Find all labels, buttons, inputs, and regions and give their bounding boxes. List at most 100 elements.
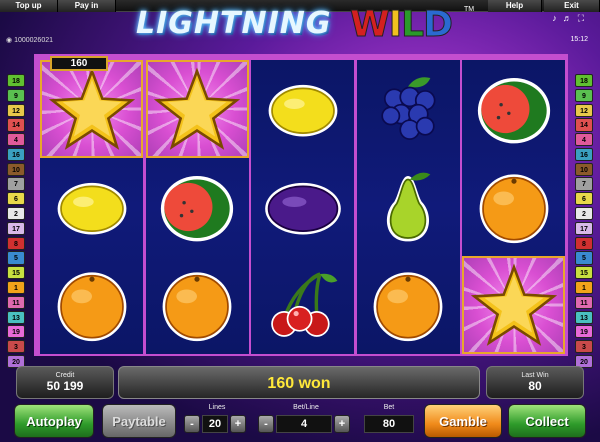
- line-numbers-left: 18 9 12 14 4 16 10 7 6 2 17 8 5 15 1 11 13 19 3 20: [7, 74, 25, 370]
- line-numbers-right: 18 9 12 14 4 16 10 7 6 2 17 8 5 15 1 11 13 19 3 20: [575, 74, 593, 370]
- paytable-button[interactable]: Paytable: [102, 404, 176, 438]
- account-icon: ◉: [6, 37, 13, 44]
- reel: [356, 60, 460, 354]
- line-number[interactable]: 12: [575, 103, 593, 117]
- sound-icon[interactable]: ♬: [563, 13, 578, 23]
- pay-in-button[interactable]: Pay in: [58, 0, 116, 12]
- gamble-button[interactable]: Gamble: [424, 404, 502, 438]
- line-number[interactable]: 13: [575, 310, 593, 324]
- line-number[interactable]: 14: [7, 118, 25, 132]
- lines-control: Lines - 20 +: [184, 404, 250, 438]
- reel: [462, 60, 565, 354]
- line-number[interactable]: 1: [7, 280, 25, 295]
- line-number[interactable]: 15: [7, 266, 25, 280]
- star-symbol: [40, 60, 143, 158]
- line-number[interactable]: 6: [7, 192, 25, 206]
- reel-area: [34, 54, 568, 356]
- account-id-text: 1000026021: [14, 37, 53, 44]
- collect-button[interactable]: Collect: [508, 404, 586, 438]
- line-number[interactable]: 19: [7, 325, 25, 339]
- line-number[interactable]: 9: [575, 88, 593, 102]
- credit-value: 50 199: [46, 379, 84, 393]
- grapes-symbol: [357, 60, 460, 158]
- help-button[interactable]: Help: [488, 0, 542, 12]
- line-number[interactable]: 16: [575, 147, 593, 162]
- plum-symbol: [251, 158, 354, 256]
- game-logo: LIGHTNING WILD TM: [136, 4, 474, 46]
- trademark: TM: [464, 6, 475, 13]
- line-number[interactable]: 9: [7, 88, 25, 102]
- cherries-symbol: [251, 256, 354, 354]
- line-number[interactable]: 4: [7, 133, 25, 147]
- line-number[interactable]: 14: [575, 118, 593, 132]
- bet-line-decrease-button[interactable]: -: [258, 415, 274, 433]
- line-number[interactable]: 8: [575, 236, 593, 250]
- line-number[interactable]: 15: [575, 266, 593, 280]
- reel: [251, 60, 354, 354]
- line-number[interactable]: 11: [575, 295, 593, 309]
- line-number[interactable]: 10: [7, 162, 25, 176]
- bet-value: 80: [364, 415, 414, 433]
- line-number[interactable]: 7: [7, 177, 25, 191]
- bet-line-value: 4: [276, 415, 332, 433]
- lines-increase-button[interactable]: +: [230, 415, 246, 433]
- lines-decrease-button[interactable]: -: [184, 415, 200, 433]
- line-number[interactable]: 11: [7, 295, 25, 309]
- reel: [40, 60, 143, 354]
- pear-symbol: [357, 158, 460, 256]
- bet-line-increase-button[interactable]: +: [334, 415, 350, 433]
- account-id: ◉ 1000026021: [6, 36, 53, 44]
- line-number[interactable]: 18: [7, 74, 25, 88]
- line-number[interactable]: 7: [575, 177, 593, 191]
- line-number[interactable]: 3: [7, 340, 25, 354]
- orange-symbol: [462, 158, 565, 256]
- exit-button[interactable]: Exit: [544, 0, 600, 12]
- lines-value: 20: [202, 415, 228, 433]
- bet-control: Bet 80: [362, 404, 416, 438]
- orange-symbol: [40, 256, 143, 354]
- last-win-label: Last Win: [521, 372, 549, 379]
- line-number[interactable]: 5: [7, 251, 25, 265]
- line-number[interactable]: 19: [575, 325, 593, 339]
- reel: [145, 60, 249, 354]
- orange-symbol: [146, 256, 249, 354]
- controls-bar: Autoplay Paytable Lines - 20 + Bet/Line …: [0, 402, 600, 442]
- last-win-value: 80: [528, 379, 542, 393]
- line-number[interactable]: 12: [7, 103, 25, 117]
- top-up-button[interactable]: Top up: [0, 0, 58, 12]
- line-number[interactable]: 10: [575, 162, 593, 176]
- line-number[interactable]: 8: [7, 236, 25, 250]
- lemon-symbol: [40, 158, 143, 256]
- watermelon-symbol: [462, 60, 565, 158]
- line-number[interactable]: 17: [575, 221, 593, 235]
- credit-label: Credit: [55, 372, 75, 379]
- header-icons: ♪♬⛶: [552, 13, 590, 24]
- line-number[interactable]: 1: [575, 280, 593, 295]
- music-note-icon[interactable]: ♪: [552, 13, 563, 23]
- win-amount-badge: 160: [50, 56, 108, 71]
- star-symbol: [145, 60, 249, 158]
- line-number[interactable]: 6: [575, 192, 593, 206]
- credit-panel: Credit 50 199: [16, 366, 114, 399]
- line-number[interactable]: 13: [7, 310, 25, 324]
- last-win-panel: Last Win 80: [486, 366, 584, 399]
- game-stage: Top up Pay in Help Exit LIGHTNING WILD T…: [0, 0, 600, 442]
- fullscreen-icon[interactable]: ⛶: [578, 13, 590, 23]
- line-number[interactable]: 2: [575, 207, 593, 221]
- lemon-symbol: [251, 60, 354, 158]
- orange-symbol: [357, 256, 460, 354]
- lines-label: Lines: [208, 404, 226, 411]
- line-number[interactable]: 4: [575, 133, 593, 147]
- line-number[interactable]: 17: [7, 221, 25, 235]
- info-bar: Credit 50 199 160 won Last Win 80: [0, 362, 600, 400]
- line-number[interactable]: 3: [575, 340, 593, 354]
- win-message: 160 won: [118, 366, 480, 399]
- bet-line-label: Bet/Line: [293, 404, 319, 411]
- line-number[interactable]: 16: [7, 147, 25, 162]
- line-number[interactable]: 2: [7, 207, 25, 221]
- bet-line-control: Bet/Line - 4 +: [258, 404, 354, 438]
- line-number[interactable]: 18: [575, 74, 593, 88]
- logo-lightning-text: LIGHTNING: [136, 6, 332, 41]
- line-number[interactable]: 5: [575, 251, 593, 265]
- autoplay-button[interactable]: Autoplay: [14, 404, 94, 438]
